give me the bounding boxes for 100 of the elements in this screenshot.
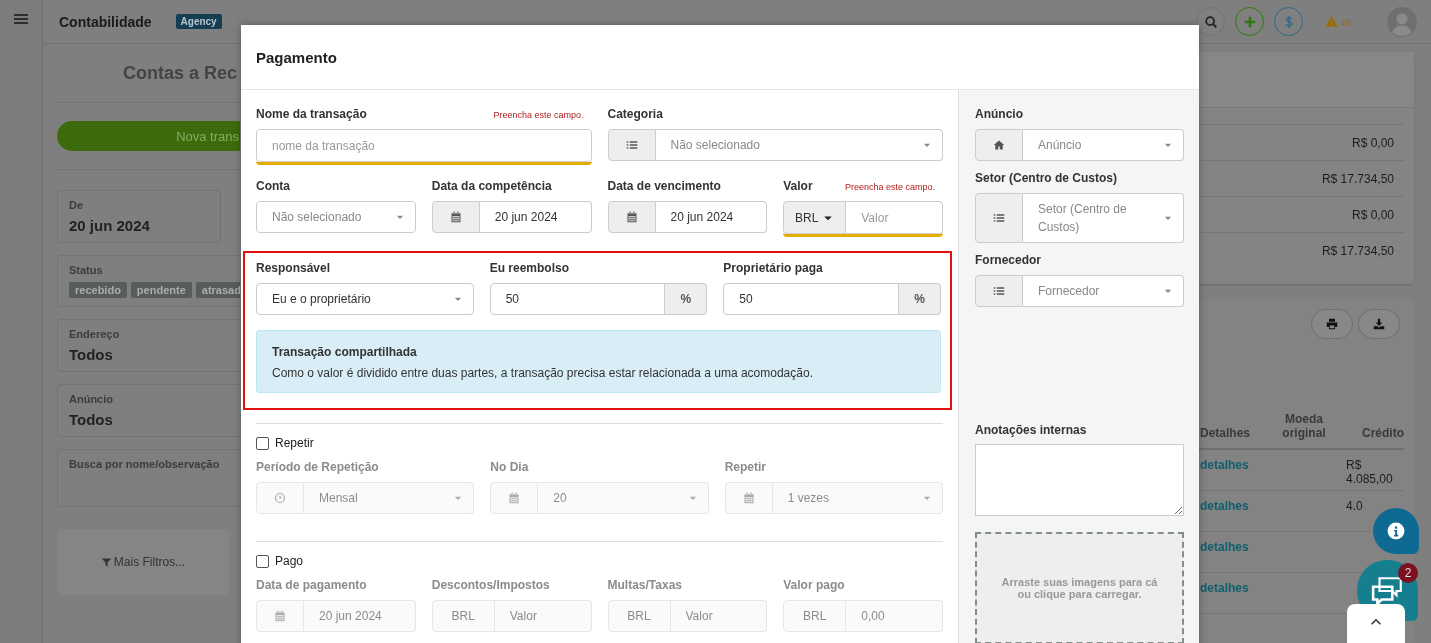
select-field[interactable]: Setor (Centro de Custos) bbox=[1023, 193, 1184, 243]
field-label: No Dia bbox=[490, 460, 529, 474]
text-field[interactable]: 20 jun 2024 bbox=[304, 600, 416, 632]
home-icon bbox=[993, 139, 1005, 151]
details-link[interactable]: detalhes bbox=[1200, 458, 1262, 472]
field-label: Conta bbox=[256, 179, 290, 193]
text-field[interactable]: Valor bbox=[494, 600, 592, 632]
text-field[interactable]: Valor bbox=[670, 600, 768, 632]
field-label: Período de Repetição bbox=[256, 460, 379, 474]
status-tag[interactable]: atrasad bbox=[195, 282, 240, 298]
text-field[interactable]: nome da transação bbox=[256, 129, 592, 162]
filter-card[interactable]: Status recebido pendente atrasad bbox=[57, 255, 240, 307]
field-label: Nome da transação bbox=[256, 107, 367, 121]
text-field[interactable]: 20 jun 2024 bbox=[655, 201, 768, 233]
select-field[interactable]: Fornecedor bbox=[1023, 275, 1184, 307]
details-link[interactable]: detalhes bbox=[1200, 499, 1262, 513]
status-tag[interactable]: recebido bbox=[69, 282, 127, 298]
select-field[interactable]: 20 bbox=[538, 482, 709, 514]
currency-addon: BRL bbox=[431, 600, 495, 632]
text-field[interactable]: 50 bbox=[723, 283, 899, 315]
search-button[interactable] bbox=[1196, 7, 1225, 36]
text-field[interactable]: 50 bbox=[489, 283, 666, 315]
summary-value: R$ 17.734,50 bbox=[1321, 243, 1394, 258]
filter-value: Todos bbox=[69, 411, 114, 428]
text-field[interactable]: 0,00 bbox=[846, 600, 943, 632]
download-button[interactable] bbox=[1358, 309, 1400, 339]
notification-badge: 2 bbox=[1398, 563, 1418, 583]
unit-addon: % bbox=[899, 283, 941, 315]
checkbox[interactable] bbox=[256, 436, 269, 450]
summary-value: R$ 0,00 bbox=[1351, 135, 1394, 150]
page-title: Contabilidade bbox=[59, 13, 152, 30]
calendar-icon bbox=[742, 492, 755, 504]
details-link[interactable]: detalhes bbox=[1200, 581, 1262, 595]
filter-label: Status bbox=[69, 264, 104, 276]
field-label: Eu reembolso bbox=[489, 261, 569, 275]
currency-dropdown[interactable]: BRL bbox=[783, 201, 847, 234]
field-label: Anotações internas bbox=[975, 423, 1088, 437]
plus-icon bbox=[1242, 14, 1257, 29]
filter-label: De bbox=[69, 199, 85, 211]
page-heading: Contas a Rec bbox=[123, 63, 239, 84]
warning-icon bbox=[1325, 15, 1338, 28]
field-label: Descontos/Impostos bbox=[431, 578, 550, 592]
currency-addon: BRL bbox=[607, 600, 671, 632]
field-label: Data de pagamento bbox=[256, 578, 367, 592]
summary-value: R$ 17.734,50 bbox=[1321, 171, 1394, 186]
column-header: Crédito bbox=[1361, 426, 1404, 440]
select-field[interactable]: Mensal bbox=[304, 482, 475, 514]
filter-label: Busca por nome/observação bbox=[69, 458, 221, 470]
field-label: Fornecedor bbox=[975, 253, 1041, 267]
select-field[interactable]: Anúncio bbox=[1023, 129, 1184, 161]
filter-card[interactable]: Busca por nome/observação bbox=[57, 449, 240, 507]
field-label: Anúncio bbox=[975, 107, 1023, 121]
more-filters-button[interactable]: Mais Filtros... bbox=[94, 554, 192, 570]
table-cell-text: R$ 4.085,00 bbox=[1346, 458, 1394, 486]
field-label: Multas/Taxas bbox=[607, 578, 682, 592]
checkbox-label[interactable]: Repetir bbox=[275, 436, 314, 450]
field-label: Valor pago bbox=[783, 578, 845, 592]
search-icon bbox=[1203, 14, 1218, 29]
checkbox[interactable] bbox=[256, 554, 269, 568]
new-transaction-button[interactable]: Nova trans bbox=[57, 121, 240, 151]
field-label: Data de vencimento bbox=[607, 179, 721, 193]
menu-icon[interactable] bbox=[13, 11, 29, 27]
calendar-icon bbox=[508, 492, 521, 504]
summary-value: R$ 0,00 bbox=[1351, 207, 1394, 222]
list-icon bbox=[625, 139, 638, 151]
select-field[interactable]: Não selecionado bbox=[256, 201, 416, 233]
error-message: Preencha este campo. bbox=[844, 182, 935, 192]
select-field[interactable]: Eu e o proprietário bbox=[256, 283, 474, 315]
currency-addon: BRL bbox=[783, 600, 847, 632]
notes-field[interactable] bbox=[975, 444, 1184, 516]
calendar-icon bbox=[449, 211, 462, 223]
column-header: Detalhes bbox=[1200, 426, 1252, 440]
text-field[interactable]: Valor bbox=[846, 201, 943, 234]
checkbox-label[interactable]: Pago bbox=[275, 554, 304, 568]
field-label: Valor bbox=[783, 179, 813, 193]
download-icon bbox=[1373, 318, 1385, 330]
filter-card[interactable]: De 20 jun 2024 bbox=[57, 190, 221, 243]
filter-card[interactable]: Endereço Todos bbox=[57, 319, 240, 372]
select-field[interactable]: Não selecionado bbox=[655, 129, 943, 161]
unit-addon: % bbox=[665, 283, 708, 315]
field-label: Repetir bbox=[724, 460, 766, 474]
select-field[interactable]: 1 vezes bbox=[772, 482, 943, 514]
filter-card[interactable]: Anúncio Todos bbox=[57, 384, 240, 437]
details-link[interactable]: detalhes bbox=[1200, 540, 1262, 554]
status-tag[interactable]: pendente bbox=[130, 282, 192, 298]
error-message: Preencha este campo. bbox=[493, 110, 584, 120]
print-button[interactable] bbox=[1311, 309, 1353, 339]
filter-label: Anúncio bbox=[69, 393, 114, 405]
field-label: Responsável bbox=[256, 261, 331, 275]
field-label: Proprietário paga bbox=[723, 261, 823, 275]
filter-value: Todos bbox=[69, 346, 114, 363]
alert-count: 48 bbox=[1340, 15, 1351, 28]
upload-dropzone[interactable]: Arraste suas imagens para cá ou clique para carregar. bbox=[975, 532, 1184, 643]
text-field[interactable]: 20 jun 2024 bbox=[479, 201, 592, 233]
info-icon bbox=[1387, 522, 1405, 540]
agency-badge: Agency bbox=[175, 14, 222, 29]
alert-title: Transação compartilhada bbox=[272, 345, 418, 359]
calendar-icon bbox=[625, 211, 638, 223]
table-cell-text: 4.0 bbox=[1346, 499, 1364, 513]
field-label: Categoria bbox=[607, 107, 663, 121]
